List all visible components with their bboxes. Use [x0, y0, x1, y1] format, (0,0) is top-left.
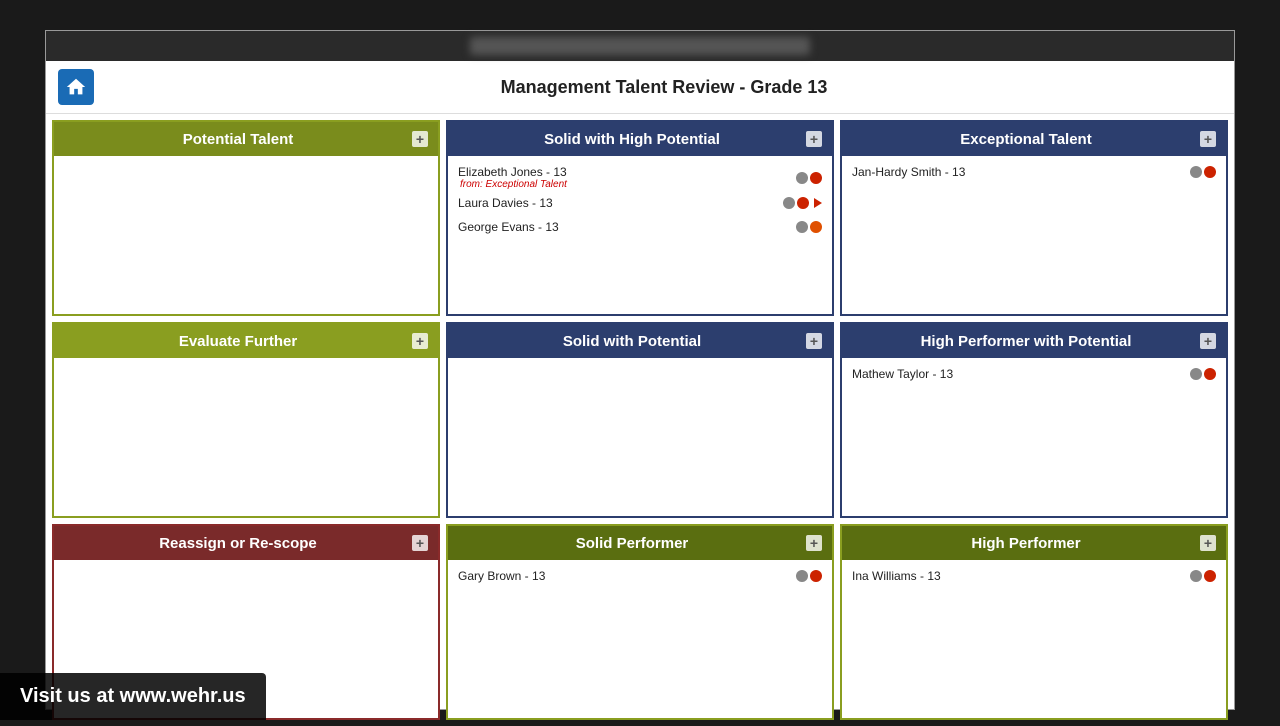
add-button-high-performer-potential[interactable]: +	[1200, 333, 1216, 349]
cell-header-high-performer: High Performer+	[842, 526, 1226, 560]
cell-header-high-performer-potential: High Performer with Potential+	[842, 324, 1226, 358]
cell-header-solid-performer: Solid Performer+	[448, 526, 832, 560]
dot-gray	[1190, 166, 1202, 178]
dot-red	[810, 172, 822, 184]
cell-potential-talent: Potential Talent+	[52, 120, 440, 316]
dot-red	[1204, 368, 1216, 380]
add-button-solid-high-potential[interactable]: +	[806, 131, 822, 147]
person-name: Gary Brown - 13	[458, 569, 796, 583]
table-row: Ina Williams - 13	[850, 566, 1218, 586]
status-dots	[1190, 166, 1216, 178]
dot-gray	[796, 570, 808, 582]
add-button-exceptional-talent[interactable]: +	[1200, 131, 1216, 147]
cell-title-reassign-rescope: Reassign or Re-scope	[64, 535, 412, 552]
cell-body-solid-high-potential: Elizabeth Jones - 13from: Exceptional Ta…	[448, 156, 832, 314]
dot-red	[1204, 166, 1216, 178]
status-dots	[796, 221, 822, 233]
cell-body-solid-performer: Gary Brown - 13	[448, 560, 832, 718]
person-name: George Evans - 13	[458, 220, 796, 234]
cell-solid-high-potential: Solid with High Potential+ Elizabeth Jone…	[446, 120, 834, 316]
cell-title-solid-performer: Solid Performer	[458, 535, 806, 552]
table-row: George Evans - 13	[456, 217, 824, 237]
cell-header-solid-with-potential: Solid with Potential+	[448, 324, 832, 358]
dot-gray	[783, 197, 795, 209]
talent-grid: Potential Talent+Solid with High Potenti…	[46, 114, 1234, 726]
cell-evaluate-further: Evaluate Further+	[52, 322, 440, 518]
table-row: Gary Brown - 13	[456, 566, 824, 586]
dot-red	[1204, 570, 1216, 582]
dot-gray	[1190, 368, 1202, 380]
cell-title-solid-high-potential: Solid with High Potential	[458, 131, 806, 148]
top-bar	[46, 31, 1234, 61]
home-icon	[65, 76, 87, 98]
cell-solid-with-potential: Solid with Potential+	[446, 322, 834, 518]
cell-body-high-performer-potential: Mathew Taylor - 13	[842, 358, 1226, 516]
person-note: from: Exceptional Talent	[460, 179, 567, 190]
cell-title-high-performer-potential: High Performer with Potential	[852, 333, 1200, 350]
status-dots	[783, 197, 822, 209]
top-bar-content	[470, 37, 810, 55]
person-block: Elizabeth Jones - 13from: Exceptional Ta…	[456, 162, 824, 213]
cell-body-evaluate-further	[54, 358, 438, 516]
cell-title-evaluate-further: Evaluate Further	[64, 333, 412, 350]
status-dots	[796, 172, 822, 184]
cell-body-potential-talent	[54, 156, 438, 314]
add-button-evaluate-further[interactable]: +	[412, 333, 428, 349]
person-name: Ina Williams - 13	[852, 569, 1190, 583]
cell-title-high-performer: High Performer	[852, 535, 1200, 552]
cell-exceptional-talent: Exceptional Talent+ Jan-Hardy Smith - 13	[840, 120, 1228, 316]
cell-high-performer: High Performer+ Ina Williams - 13	[840, 524, 1228, 720]
cell-header-reassign-rescope: Reassign or Re-scope+	[54, 526, 438, 560]
cell-high-performer-potential: High Performer with Potential+ Mathew Tay…	[840, 322, 1228, 518]
add-button-potential-talent[interactable]: +	[412, 131, 428, 147]
table-row: Laura Davies - 13	[456, 193, 824, 213]
cell-header-solid-high-potential: Solid with High Potential+	[448, 122, 832, 156]
cell-title-potential-talent: Potential Talent	[64, 131, 412, 148]
person-name: Elizabeth Jones - 13	[458, 165, 567, 179]
cell-body-solid-with-potential	[448, 358, 832, 516]
add-button-solid-with-potential[interactable]: +	[806, 333, 822, 349]
table-row: Elizabeth Jones - 13from: Exceptional Ta…	[456, 162, 824, 193]
main-container: Management Talent Review - Grade 13 Pote…	[45, 30, 1235, 710]
cell-title-exceptional-talent: Exceptional Talent	[852, 131, 1200, 148]
cell-title-solid-with-potential: Solid with Potential	[458, 333, 806, 350]
page-header: Management Talent Review - Grade 13	[46, 61, 1234, 114]
table-row: Mathew Taylor - 13	[850, 364, 1218, 384]
status-dots	[796, 570, 822, 582]
table-row: Jan-Hardy Smith - 13	[850, 162, 1218, 182]
add-button-high-performer[interactable]: +	[1200, 535, 1216, 551]
person-name: Mathew Taylor - 13	[852, 367, 1190, 381]
dot-orange	[810, 221, 822, 233]
cell-header-evaluate-further: Evaluate Further+	[54, 324, 438, 358]
cell-body-high-performer: Ina Williams - 13	[842, 560, 1226, 718]
home-button[interactable]	[58, 69, 94, 105]
cell-body-exceptional-talent: Jan-Hardy Smith - 13	[842, 156, 1226, 314]
dot-red	[810, 570, 822, 582]
add-button-reassign-rescope[interactable]: +	[412, 535, 428, 551]
dot-red	[797, 197, 809, 209]
status-dots	[1190, 368, 1216, 380]
cell-header-potential-talent: Potential Talent+	[54, 122, 438, 156]
status-dots	[1190, 570, 1216, 582]
dot-gray	[1190, 570, 1202, 582]
cell-header-exceptional-talent: Exceptional Talent+	[842, 122, 1226, 156]
arrow-icon	[814, 198, 822, 208]
cell-solid-performer: Solid Performer+ Gary Brown - 13	[446, 524, 834, 720]
dot-gray	[796, 221, 808, 233]
person-name: Jan-Hardy Smith - 13	[852, 165, 1190, 179]
dot-gray	[796, 172, 808, 184]
page-title: Management Talent Review - Grade 13	[106, 77, 1222, 98]
add-button-solid-performer[interactable]: +	[806, 535, 822, 551]
watermark: Visit us at www.wehr.us	[0, 673, 266, 720]
person-name: Laura Davies - 13	[458, 196, 783, 210]
